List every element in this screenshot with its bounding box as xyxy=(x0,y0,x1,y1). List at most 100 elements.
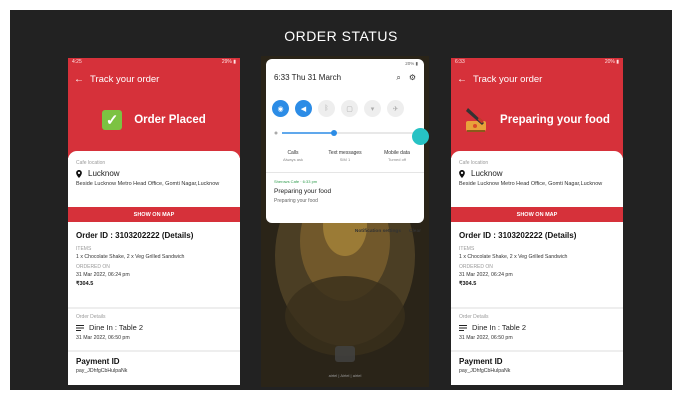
mobile-data-setting[interactable]: Mobile data Turned off xyxy=(372,150,422,162)
qs-clock: 6:33 xyxy=(274,73,290,82)
qs-time: 6:33 Thu 31 March xyxy=(274,73,341,82)
show-on-map-button[interactable]: SHOW ON MAP xyxy=(451,207,623,222)
ordered-on-value: 31 Mar 2022, 06:24 pm xyxy=(76,272,130,278)
payment-section: Payment ID pay_JDhfgCbHulpaNk xyxy=(459,357,615,374)
texts-label: Text messages xyxy=(328,150,362,156)
page-title: ORDER STATUS xyxy=(284,28,398,44)
notif-body: Preparing your food xyxy=(274,198,318,204)
order-id[interactable]: Order ID : 3103202222 (Details) xyxy=(459,231,615,240)
payment-section: Payment ID pay_JDhfgCbHulpaNk xyxy=(76,357,232,374)
menu-lines-icon xyxy=(459,324,467,331)
items-value: 1 x Chocolate Shake, 2 x Veg Grilled San… xyxy=(459,254,568,260)
order-status-hero: Preparing your food xyxy=(451,102,623,138)
header-row: ← Track your order xyxy=(457,74,542,85)
details-time: 31 Mar 2022, 06:50 pm xyxy=(459,335,513,341)
sound-icon[interactable]: ◀ xyxy=(295,100,312,117)
order-id[interactable]: Order ID : 3103202222 (Details) xyxy=(76,231,232,240)
gear-icon[interactable]: ⚙ xyxy=(409,73,416,83)
back-arrow-icon[interactable]: ← xyxy=(74,74,84,85)
divider xyxy=(68,307,240,309)
calls-setting[interactable]: Calls Always ask xyxy=(268,150,318,162)
order-status-title: Order Placed xyxy=(134,114,206,126)
cafe-address: Beside Lucknow Metro Head Office, Gomti … xyxy=(76,181,220,187)
wifi-icon[interactable]: ◉ xyxy=(272,100,289,117)
payment-title: Payment ID xyxy=(76,357,120,366)
items-label: ITEMS xyxy=(76,246,92,252)
dine-in-row: Dine In : Table 2 xyxy=(459,323,615,332)
presentation-slide: ORDER STATUS 4:25 29% ▮ ← Track your ord… xyxy=(10,10,672,390)
divider xyxy=(451,307,623,309)
order-details-section: Order Details Dine In : Table 2 31 Mar 2… xyxy=(76,314,232,341)
battery-status: 29% ▮ xyxy=(221,59,236,65)
divider xyxy=(68,350,240,352)
cafe-location-section: Cafe location Lucknow Beside Lucknow Met… xyxy=(76,160,232,188)
header-bar: 6:33 20% ▮ ← Track your order Preparing … xyxy=(451,58,623,158)
order-notification[interactable]: Sherows Cafe · 6:33 pm Preparing your fo… xyxy=(266,172,424,210)
order-status-title: Preparing your food xyxy=(500,114,610,126)
order-amount: ₹304.5 xyxy=(459,281,477,287)
order-section: Order ID : 3103202222 (Details) ITEMS 1 … xyxy=(76,231,232,287)
city-row: Lucknow xyxy=(76,169,232,178)
phone-preparing-food: 6:33 20% ▮ ← Track your order Preparing … xyxy=(451,58,623,385)
cafe-address: Beside Lucknow Metro Head Office, Gomti … xyxy=(459,181,603,187)
quick-settings-panel: 20% ▮ 6:33 Thu 31 March ⌕ ⚙ ◉ ◀ ᛒ ▢ ▾ ✈ xyxy=(266,59,424,223)
notification-settings-button[interactable]: Notification settings xyxy=(355,229,401,234)
clear-button[interactable]: Clear xyxy=(409,229,421,234)
status-time: 6:33 xyxy=(455,59,465,65)
notif-title: Preparing your food xyxy=(274,188,332,195)
order-status-hero: ✓ Order Placed xyxy=(68,102,240,138)
payment-id: pay_JDhfgCbHulpaNk xyxy=(459,368,511,374)
details-time: 31 Mar 2022, 06:50 pm xyxy=(76,335,130,341)
mobile-sub: Turned off xyxy=(387,157,406,162)
bluetooth-icon[interactable]: ᛒ xyxy=(318,100,335,117)
cafe-location-section: Cafe location Lucknow Beside Lucknow Met… xyxy=(459,160,615,188)
qs-date: Thu 31 March xyxy=(291,73,342,82)
dine-in-row: Dine In : Table 2 xyxy=(76,323,232,332)
show-on-map-button[interactable]: SHOW ON MAP xyxy=(68,207,240,222)
header-bar: 4:25 29% ▮ ← Track your order ✓ Order Pl… xyxy=(68,58,240,158)
order-card: Cafe location Lucknow Beside Lucknow Met… xyxy=(68,151,240,385)
power-mode-icon[interactable]: ▾ xyxy=(364,100,381,117)
back-arrow-icon[interactable]: ← xyxy=(457,74,467,85)
order-details-label: Order Details xyxy=(76,314,106,320)
order-amount: ₹304.5 xyxy=(76,281,94,287)
texts-setting[interactable]: Text messages SIM 1 xyxy=(320,150,370,162)
status-bar: 4:25 29% ▮ xyxy=(68,58,240,67)
search-icon[interactable]: ⌕ xyxy=(396,73,400,83)
city-name: Lucknow xyxy=(471,169,503,178)
payment-id: pay_JDhfgCbHulpaNk xyxy=(76,368,128,374)
status-bar: 6:33 20% ▮ xyxy=(451,58,623,67)
battery-status: 20% ▮ xyxy=(604,59,619,65)
floating-dot xyxy=(412,128,429,145)
check-icon: ✓ xyxy=(102,110,123,130)
brightness-slider[interactable] xyxy=(274,128,416,138)
mobile-label: Mobile data xyxy=(384,150,410,156)
ordered-on-label: ORDERED ON xyxy=(459,264,493,270)
qs-actions: ⌕ ⚙ xyxy=(396,73,416,83)
rotate-icon[interactable]: ▢ xyxy=(341,100,358,117)
carrier-text: airtel | Airtel | airtel xyxy=(328,373,362,378)
calls-sub: Always ask xyxy=(282,157,303,162)
divider xyxy=(451,350,623,352)
calls-label: Calls xyxy=(287,150,299,156)
knife-board-icon xyxy=(466,108,487,132)
header-title: Track your order xyxy=(473,74,543,85)
header-row: ← Track your order xyxy=(74,74,159,85)
quick-tiles: ◉ ◀ ᛒ ▢ ▾ ✈ xyxy=(272,100,404,117)
order-card: Cafe location Lucknow Beside Lucknow Met… xyxy=(451,151,623,385)
status-time: 4:25 xyxy=(72,59,82,65)
order-details-label: Order Details xyxy=(459,314,489,320)
phone-notification-shade: 20% ▮ 6:33 Thu 31 March ⌕ ⚙ ◉ ◀ ᛒ ▢ ▾ ✈ xyxy=(261,56,429,387)
dine-in-value: Dine In : Table 2 xyxy=(89,323,144,332)
notif-app: Sherows Cafe · 6:33 pm xyxy=(274,179,318,184)
order-section: Order ID : 3103202222 (Details) ITEMS 1 … xyxy=(459,231,615,287)
dine-in-value: Dine In : Table 2 xyxy=(472,323,527,332)
airplane-icon[interactable]: ✈ xyxy=(387,100,404,117)
location-pin-icon xyxy=(76,169,82,178)
ordered-on-label: ORDERED ON xyxy=(76,264,110,270)
order-details-section: Order Details Dine In : Table 2 31 Mar 2… xyxy=(459,314,615,341)
location-pin-icon xyxy=(459,169,465,178)
battery-status: 20% ▮ xyxy=(405,61,418,66)
phone-order-placed: 4:25 29% ▮ ← Track your order ✓ Order Pl… xyxy=(68,58,240,385)
items-value: 1 x Chocolate Shake, 2 x Veg Grilled San… xyxy=(76,254,185,260)
